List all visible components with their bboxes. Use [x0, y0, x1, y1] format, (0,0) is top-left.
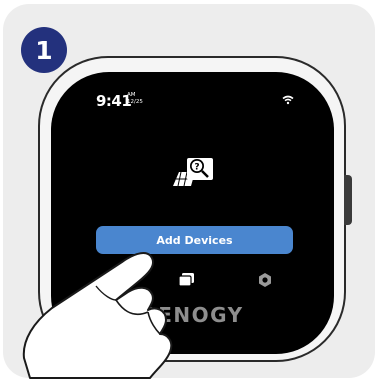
step-number-badge: 1 — [21, 27, 67, 73]
svg-text:?: ? — [194, 163, 199, 173]
status-date-value: 12/25 — [127, 99, 143, 105]
device-screen: 9:41 AM 12/25 ? Add Devices RENOGY — [51, 72, 334, 354]
status-ampm: AM — [127, 92, 136, 98]
wifi-icon — [282, 95, 294, 105]
add-devices-button[interactable]: Add Devices — [96, 226, 293, 254]
device-side-button — [344, 175, 352, 225]
status-date: AM 12/25 — [127, 92, 143, 106]
brand-logo: RENOGY — [141, 303, 244, 327]
settings-hexagon-icon[interactable] — [257, 272, 273, 288]
devices-icon[interactable] — [178, 272, 196, 288]
device-search-icon: ? — [173, 158, 213, 187]
